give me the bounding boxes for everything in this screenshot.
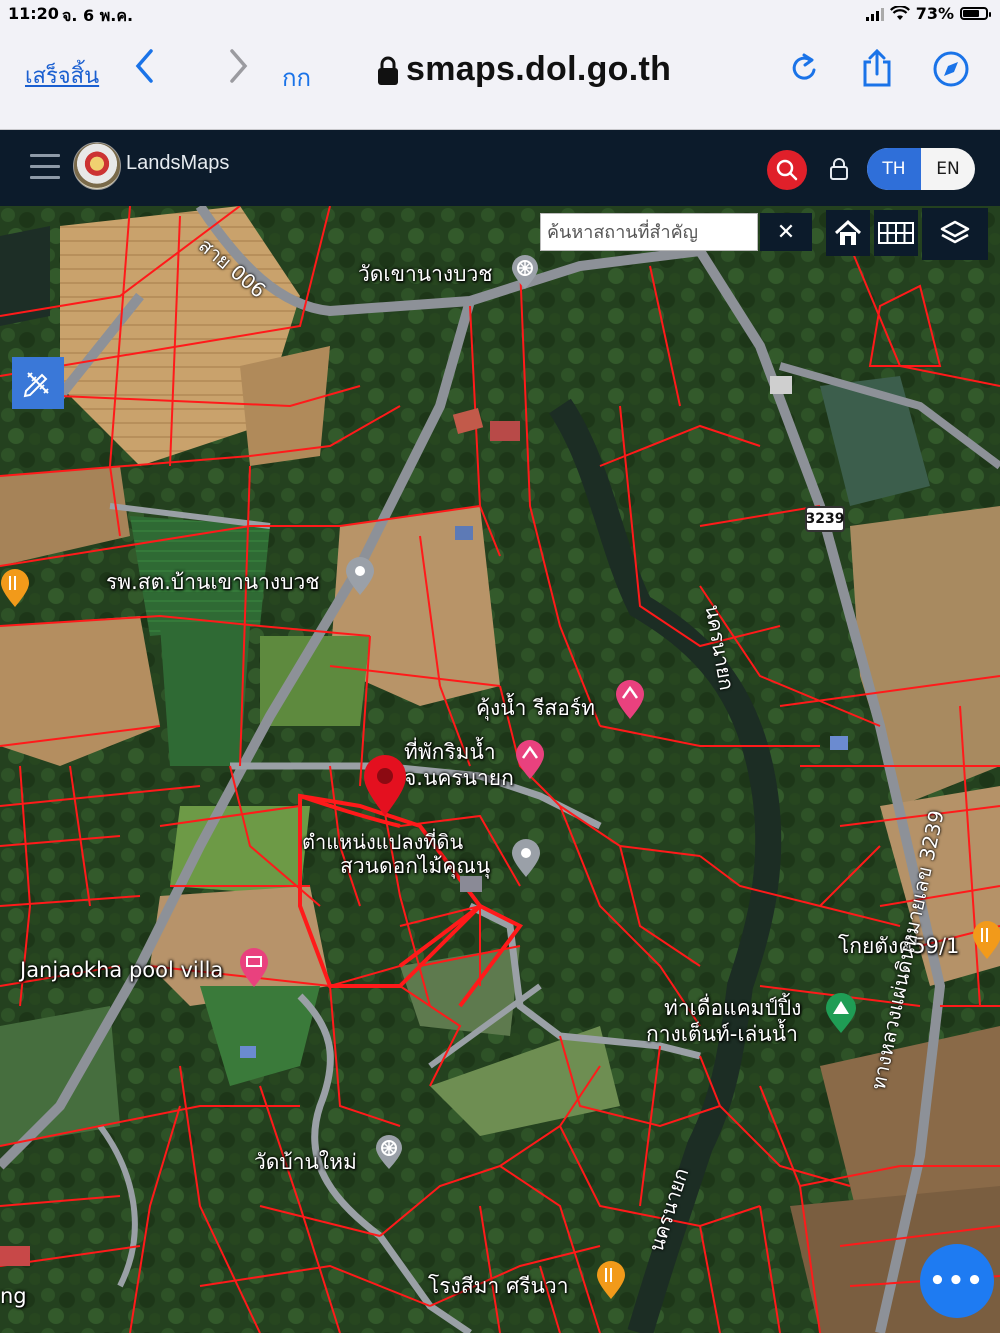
- browser-toolbar: เสร็จสิ้น กก smaps.dol.go.th: [0, 28, 1000, 130]
- department-logo: [73, 142, 121, 190]
- search-icon: [776, 159, 798, 181]
- lock-icon: [378, 56, 398, 86]
- hotel-icon: [616, 680, 644, 719]
- restaurant-pin-right-icon[interactable]: [972, 920, 1000, 964]
- share-icon: [863, 48, 891, 87]
- camp-pin-icon[interactable]: [824, 992, 858, 1038]
- address-bar[interactable]: smaps.dol.go.th: [376, 50, 671, 89]
- hotel-icon: [516, 740, 544, 779]
- layers-icon: [940, 220, 970, 244]
- highway-shield: 3239: [805, 506, 845, 532]
- done-button[interactable]: เสร็จสิ้น: [25, 58, 99, 93]
- label-hospital: รพ.สต.บ้านเขานางบวช: [106, 570, 320, 594]
- layers-button[interactable]: [922, 208, 988, 260]
- tent-icon: [826, 993, 856, 1033]
- location-pin-icon: [346, 557, 374, 595]
- label-factory: โรงสีมา ศรีนวา: [428, 1274, 569, 1298]
- status-bar: 11:20 จ. 6 พ.ค. 73%: [0, 0, 1000, 28]
- clear-search-button[interactable]: ✕: [760, 213, 812, 251]
- garden-pin-icon[interactable]: [510, 838, 542, 882]
- app-header: LandsMaps: [0, 130, 1000, 206]
- map-view[interactable]: สาย 006 วัดเขานางบวช รพ.สต.บ้านเขานางบวช…: [0, 206, 1000, 1333]
- cellular-signal-icon: [865, 7, 884, 21]
- label-parcel-line2: สวนดอกไม้คุณนุ: [340, 854, 491, 878]
- restaurant-pin-left-icon[interactable]: [0, 568, 30, 612]
- grid-button[interactable]: [874, 210, 918, 256]
- hospital-pin-icon[interactable]: [344, 556, 376, 600]
- restaurant-icon: [973, 921, 1000, 959]
- selected-parcel-pin-icon[interactable]: [362, 754, 408, 822]
- compass-icon: [933, 51, 969, 87]
- share-button[interactable]: [860, 48, 894, 94]
- url-text: smaps.dol.go.th: [406, 50, 672, 88]
- reload-icon: [792, 53, 816, 80]
- restaurant-icon: [597, 1261, 625, 1299]
- label-resort: คุ้งน้ำ รีสอร์ท: [476, 696, 595, 720]
- label-pool-villa: Janjaokha pool villa: [20, 958, 224, 982]
- compass-button[interactable]: [932, 50, 970, 94]
- chevron-right-icon: [230, 49, 248, 83]
- lang-th-button[interactable]: TH: [867, 148, 921, 190]
- lodge-pin-icon[interactable]: [514, 738, 546, 784]
- draw-tool-button[interactable]: [12, 357, 64, 409]
- battery-icon: [960, 7, 991, 20]
- hotel-icon: [240, 948, 268, 987]
- reload-button[interactable]: [790, 52, 820, 90]
- wifi-icon: [889, 6, 910, 20]
- label-edge-left: ng: [0, 1284, 27, 1308]
- chevron-left-icon: [135, 49, 153, 83]
- label-temple-bottom: วัดบ้านใหม่: [254, 1150, 357, 1174]
- temple-icon[interactable]: [510, 254, 540, 294]
- label-temple-top: วัดเขานางบวช: [358, 262, 493, 286]
- ruler-pencil-icon: [23, 372, 49, 398]
- factory-pin-icon[interactable]: [596, 1260, 626, 1304]
- villa-pin-icon[interactable]: [238, 946, 270, 992]
- location-pin-icon: [364, 755, 406, 816]
- forward-button[interactable]: [228, 48, 250, 90]
- lang-en-button[interactable]: EN: [921, 148, 975, 190]
- grid-icon: [878, 222, 914, 244]
- home-button[interactable]: [826, 210, 870, 256]
- login-button[interactable]: [829, 157, 849, 185]
- location-pin-icon: [512, 839, 540, 877]
- restaurant-icon: [1, 569, 29, 607]
- battery-percent: 73%: [915, 4, 954, 23]
- lock-icon: [830, 158, 848, 180]
- place-search-input[interactable]: [540, 213, 758, 251]
- temple-bottom-icon[interactable]: [374, 1134, 404, 1174]
- status-right: 73%: [865, 4, 991, 23]
- dharma-wheel-icon: [376, 1135, 402, 1169]
- resort-pin-icon[interactable]: [614, 678, 646, 724]
- text-size-button[interactable]: กก: [282, 58, 311, 97]
- status-date: จ. 6 พ.ค.: [62, 6, 134, 25]
- home-icon: [834, 219, 862, 245]
- language-toggle: TH EN: [867, 148, 975, 190]
- brand-name: LandsMaps: [126, 152, 230, 174]
- back-button[interactable]: [133, 48, 155, 90]
- status-time: 11:20: [8, 4, 59, 23]
- label-lodge-line2: จ.นครนายก: [404, 766, 514, 790]
- more-options-button[interactable]: •••: [920, 1244, 994, 1318]
- label-camp-line2: กางเต็นท์-เล่นน้ำ: [646, 1022, 798, 1046]
- dharma-wheel-icon: [512, 255, 538, 289]
- hamburger-menu-button[interactable]: [30, 154, 60, 187]
- search-button[interactable]: [767, 150, 807, 190]
